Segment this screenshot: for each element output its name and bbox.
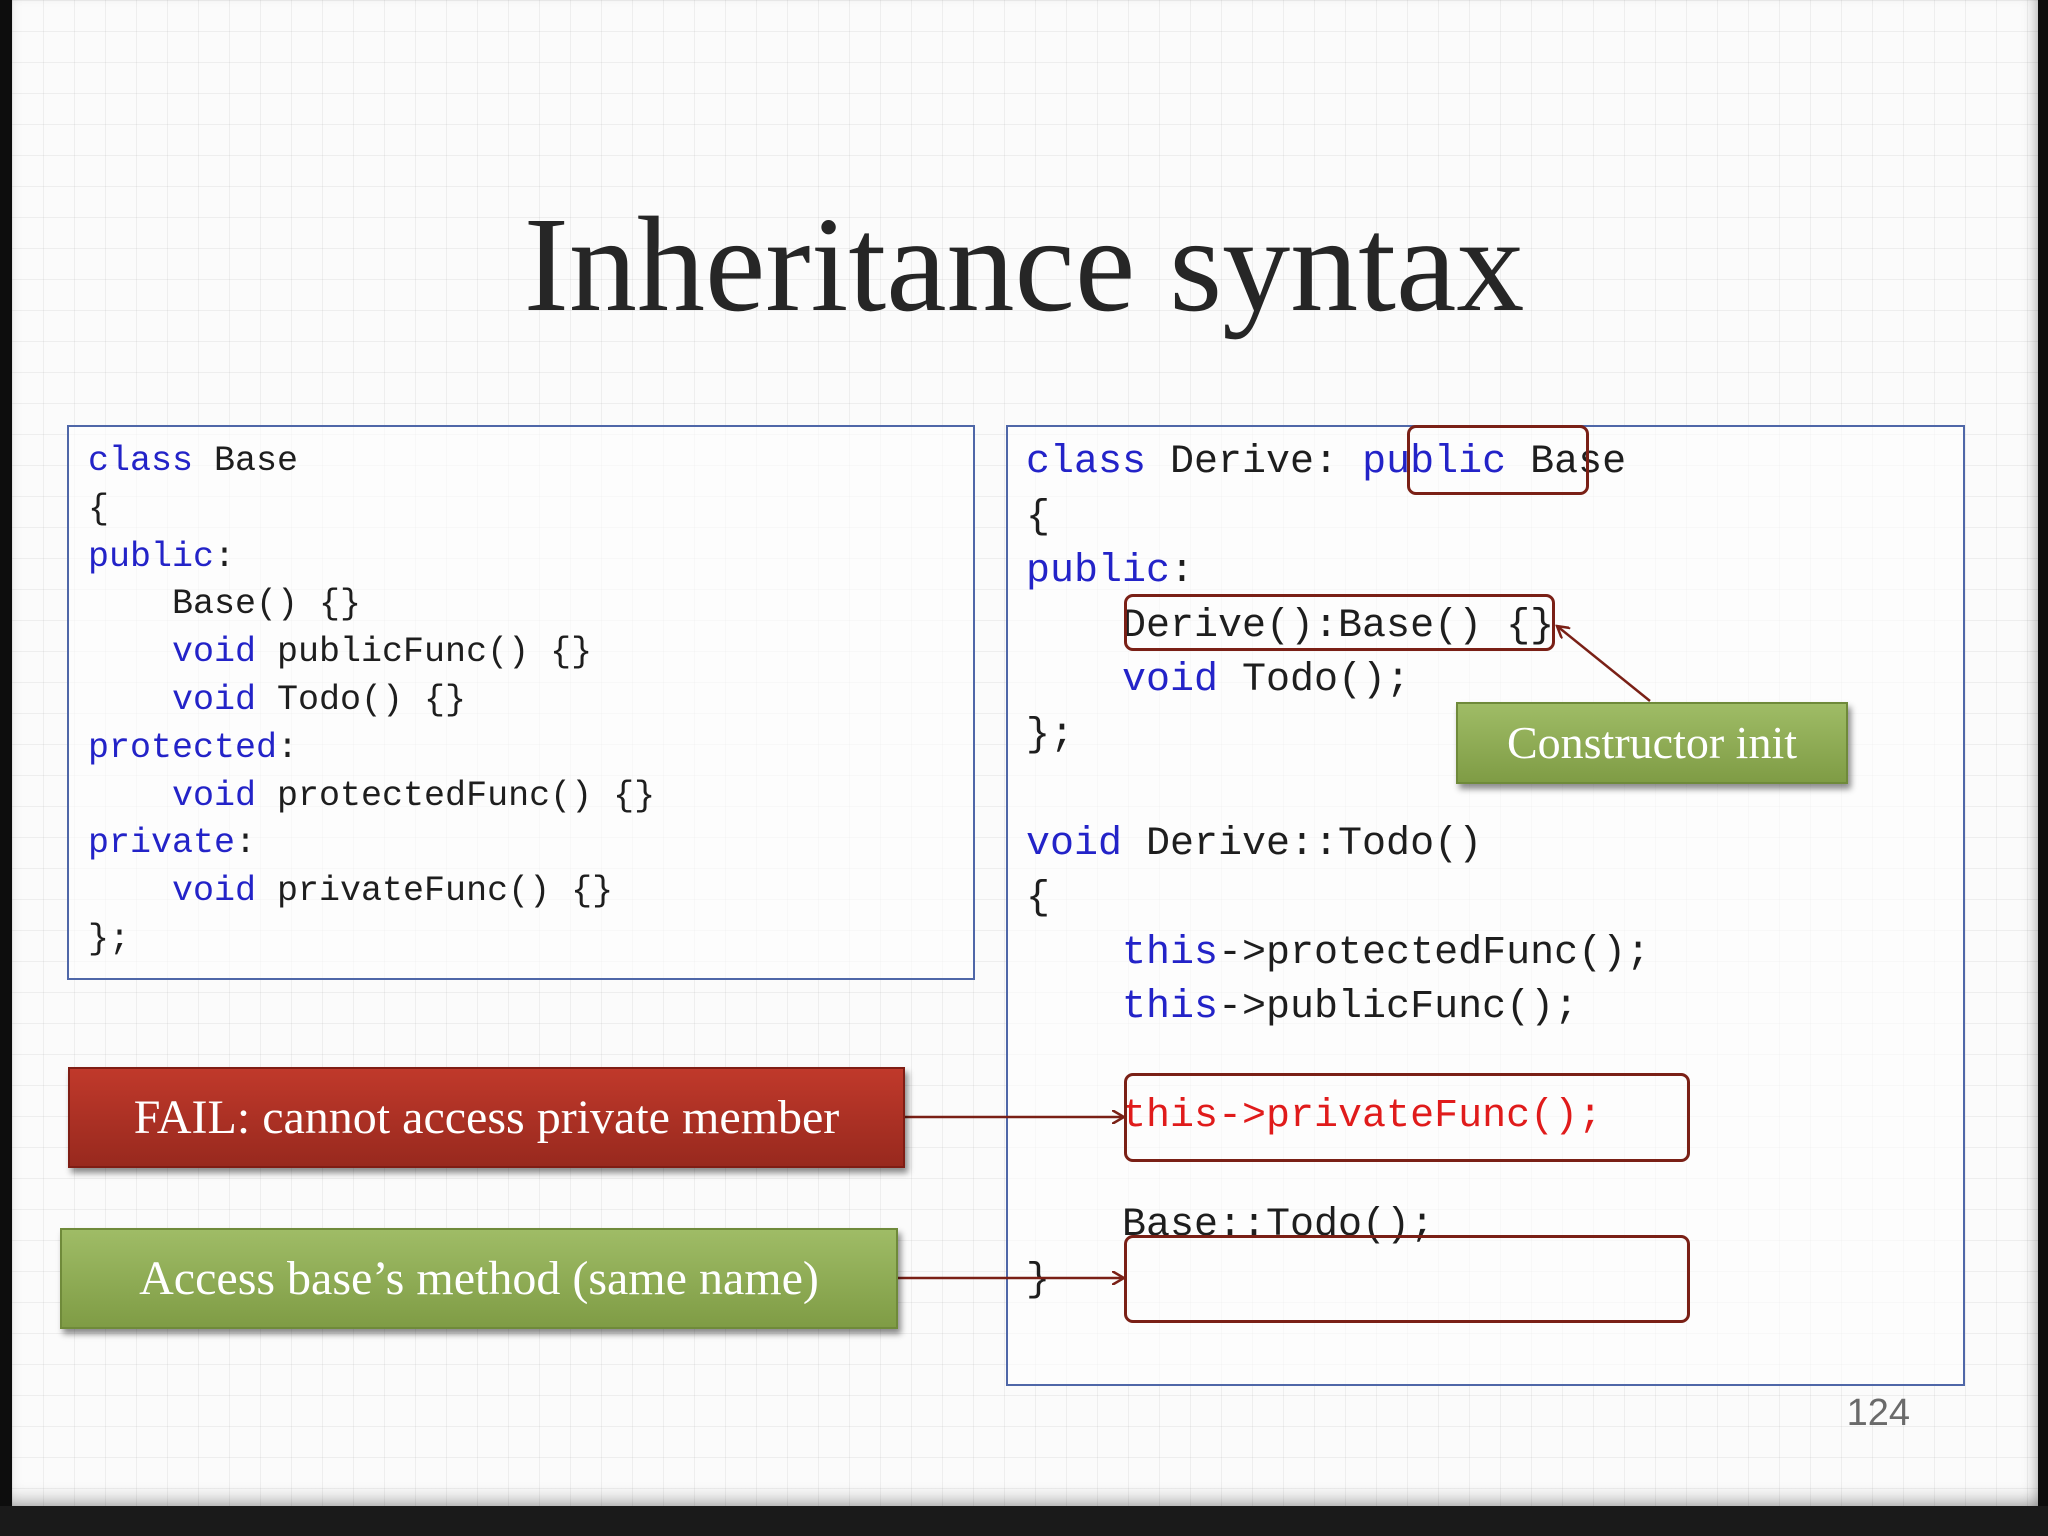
code-line: this->publicFunc(); [1026,981,1650,1036]
slide-title: Inheritance syntax [523,190,1525,340]
base-todo-call-highlight [1124,1235,1690,1323]
code-keyword: protected [88,727,278,768]
code-text: publicFunc() {} [256,632,593,673]
code-text: Derive::Todo() [1122,821,1483,867]
derive-class-code: class Derive: public Base{public: Derive… [1026,436,1650,1308]
code-text: privateFunc() {} [256,871,614,912]
code-keyword: void [172,871,257,912]
constructor-init-callout: Constructor init [1456,702,1848,784]
code-line: void Todo() {} [88,677,655,725]
code-text: Derive: [1146,440,1363,485]
code-line: { [1026,872,1650,927]
slide-bottom-bar [0,1506,2048,1536]
code-text: { [88,488,110,529]
private-func-call-highlight [1124,1073,1690,1162]
code-text: { [1026,876,1051,921]
public-inheritance-highlight [1407,425,1589,495]
code-line: { [1026,491,1650,546]
code-text: : [214,536,236,577]
code-line: void Todo(); [1026,654,1650,709]
code-text: }; [88,918,131,959]
code-line: private: [88,820,655,868]
code-text: ->protectedFunc(); [1218,930,1651,976]
code-line: protected: [88,725,655,773]
code-line: class Base [88,438,655,486]
code-keyword: void [172,679,257,720]
code-keyword: class [88,441,194,481]
code-text: Todo(); [1218,658,1411,703]
code-text: Todo() {} [256,679,467,720]
code-text: Base() {} [88,584,362,625]
code-text: : [235,823,257,864]
code-keyword: public [88,536,215,577]
code-line: public: [1026,545,1650,600]
code-line: { [88,486,655,534]
code-text: } [1026,1257,1051,1303]
code-line: this->protectedFunc(); [1026,927,1650,982]
code-text: : [277,727,299,768]
base-class-code: class Base{public: Base() {} void public… [88,438,655,964]
code-text: { [1026,494,1051,540]
code-keyword: void [1122,658,1219,703]
code-text: : [1170,549,1195,594]
code-line: public: [88,534,655,582]
code-line: Base() {} [88,581,655,629]
page-number: 124 [1846,1392,1910,1434]
code-keyword: this [1122,985,1219,1030]
code-line: void privateFunc() {} [88,868,655,916]
code-line: }; [88,916,655,964]
code-text: ->publicFunc(); [1218,985,1579,1030]
code-line: void protectedFunc() {} [88,773,655,821]
code-line: void Derive::Todo() [1026,818,1650,873]
code-text: Base [193,441,299,481]
access-base-method-callout: Access base’s method (same name) [60,1228,898,1329]
code-text: }; [1026,712,1075,758]
code-keyword: void [172,632,257,673]
code-keyword: void [172,775,257,816]
code-line: void publicFunc() {} [88,629,655,677]
constructor-init-highlight [1124,594,1555,651]
code-keyword: class [1026,440,1147,485]
code-keyword: this [1122,930,1219,976]
code-keyword: public [1026,549,1171,594]
code-text: protectedFunc() {} [256,775,656,816]
code-keyword: private [88,823,236,864]
code-keyword: void [1026,821,1123,867]
fail-private-callout: FAIL: cannot access private member [68,1067,905,1168]
